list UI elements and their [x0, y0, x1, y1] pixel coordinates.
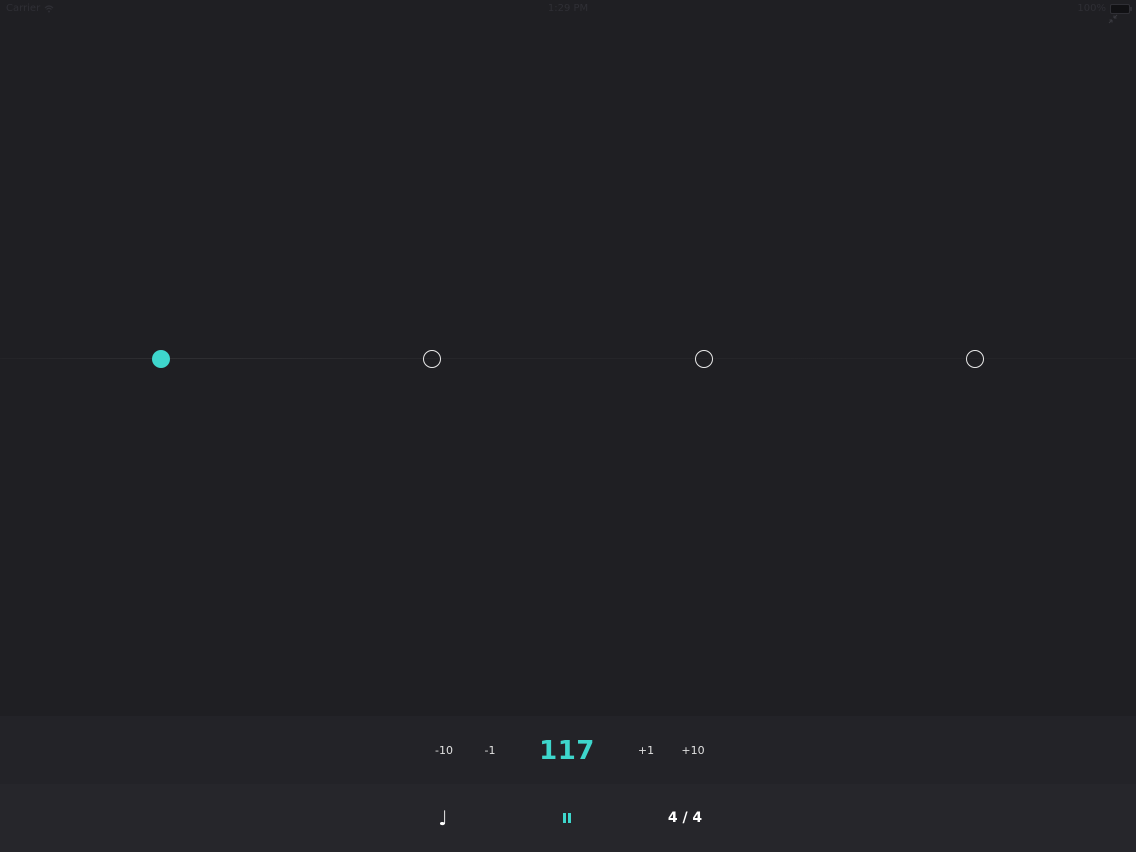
beat-indicator-3[interactable]	[695, 350, 713, 368]
pause-bar-left	[563, 813, 566, 823]
beat-indicator-2[interactable]	[423, 350, 441, 368]
beat-indicator-1[interactable]	[152, 350, 170, 368]
battery-icon	[1110, 3, 1132, 14]
status-time: 1:29 PM	[547, 3, 589, 14]
metronome-screen: Carrier 1:29 PM 100% -10 -1 117 +1 +10 ♩…	[0, 0, 1136, 852]
tempo-plus-one-button[interactable]: +1	[638, 744, 654, 757]
transport-panel: ♩ 4 / 4	[0, 784, 1136, 852]
tempo-plus-ten-button[interactable]: +10	[681, 744, 704, 757]
pause-bar-right	[568, 813, 571, 823]
time-signature-button[interactable]: 4 / 4	[668, 810, 702, 826]
tempo-minus-one-button[interactable]: -1	[485, 744, 496, 757]
battery-percent: 100%	[1077, 3, 1106, 14]
quarter-note-icon[interactable]: ♩	[438, 806, 447, 830]
pause-icon[interactable]	[563, 813, 571, 823]
beat-indicator-4[interactable]	[966, 350, 984, 368]
tempo-panel: -10 -1 117 +1 +10	[0, 716, 1136, 784]
status-bar: Carrier 1:29 PM 100%	[0, 0, 1136, 18]
tempo-bpm-value[interactable]: 117	[539, 736, 595, 766]
status-right: 100%	[1077, 3, 1132, 14]
exit-fullscreen-icon[interactable]	[1108, 14, 1118, 24]
tempo-minus-ten-button[interactable]: -10	[435, 744, 453, 757]
beat-track	[0, 350, 1136, 368]
